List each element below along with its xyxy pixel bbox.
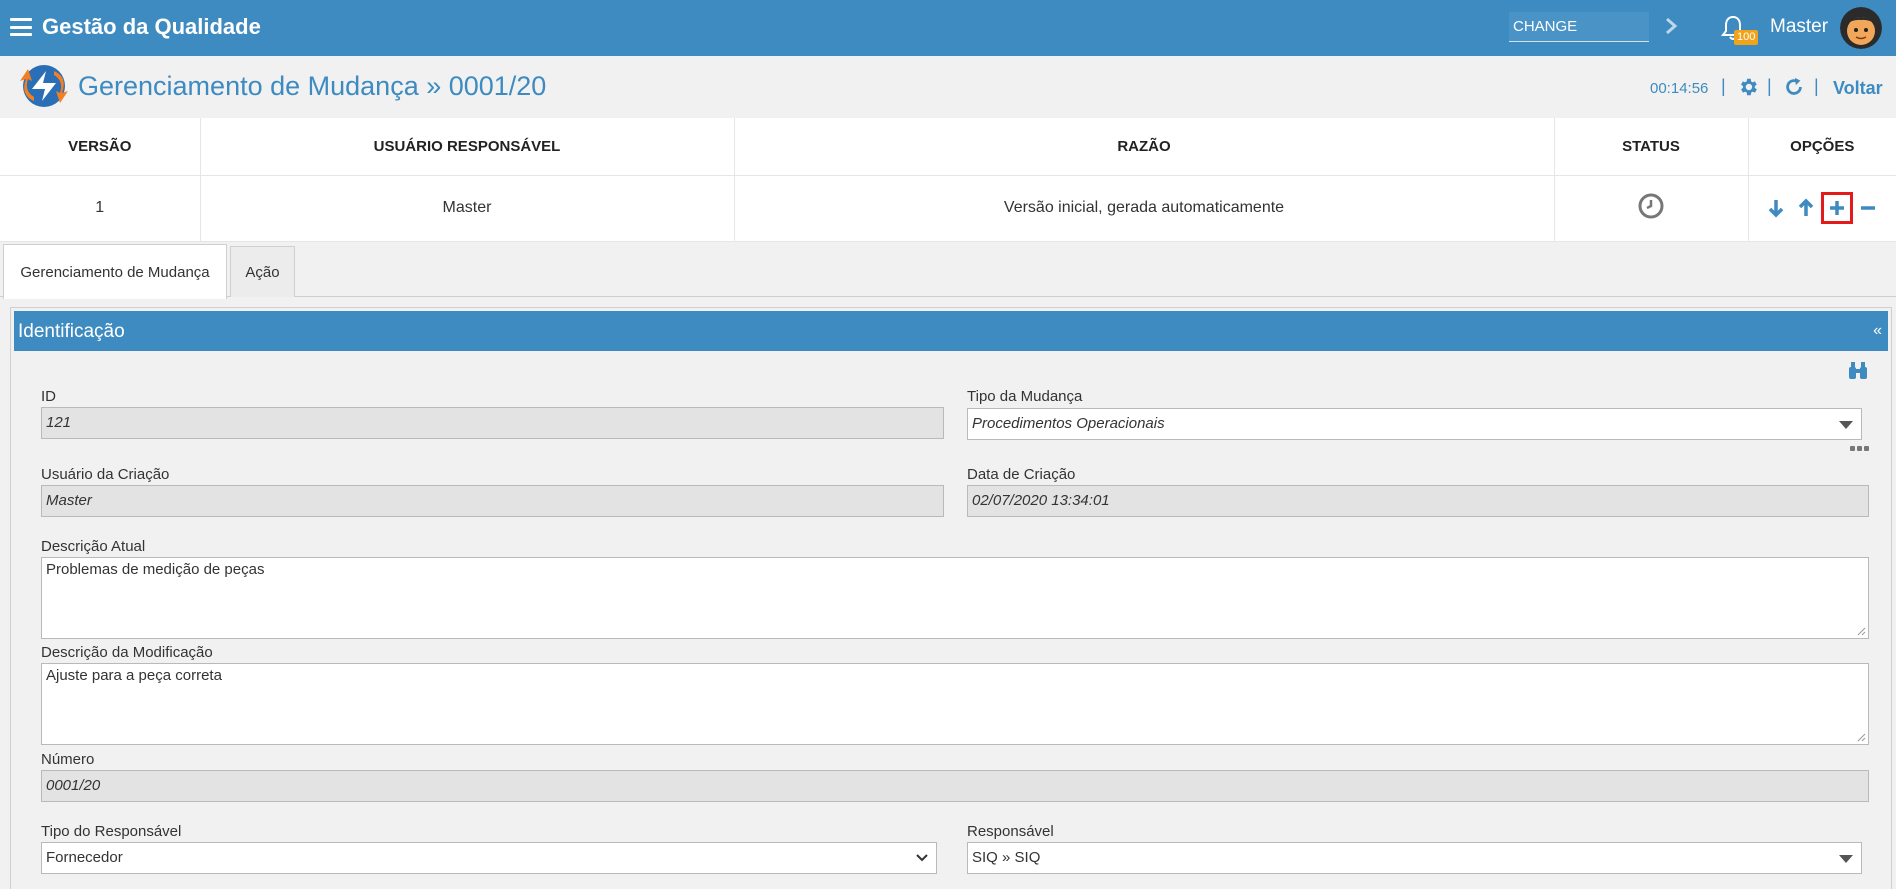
user-name[interactable]: Master xyxy=(1770,16,1828,38)
logo-icon xyxy=(20,65,68,107)
reason-cell: Versão inicial, gerada automaticamente xyxy=(734,175,1555,242)
search-input[interactable] xyxy=(1509,12,1649,42)
descricao-atual-label: Descrição Atual xyxy=(41,538,146,555)
status-cell xyxy=(1554,175,1749,242)
caret-down-icon xyxy=(1839,421,1853,429)
add-version-button[interactable] xyxy=(1821,192,1854,224)
tipo-mudanca-select[interactable]: Procedimentos Operacionais xyxy=(967,408,1862,440)
responsavel-label: Responsável xyxy=(967,823,1054,840)
panel-title: Identificação xyxy=(18,321,125,342)
descricao-modificacao-label: Descrição da Modificação xyxy=(41,644,213,661)
separator: | xyxy=(1814,76,1819,96)
table-header-row: VERSÃO USUÁRIO RESPONSÁVEL RAZÃO STATUS … xyxy=(0,118,1896,176)
tab-acao[interactable]: Ação xyxy=(230,246,295,297)
tipo-mudanca-value: Procedimentos Operacionais xyxy=(972,415,1165,432)
chevron-down-icon xyxy=(916,854,928,862)
clock-icon xyxy=(1638,193,1664,218)
data-criacao-label: Data de Criação xyxy=(967,466,1076,483)
separator: | xyxy=(1767,76,1772,96)
user-cell: Master xyxy=(200,175,735,242)
descricao-atual-textarea[interactable]: Problemas de medição de peças xyxy=(41,557,1869,639)
binoculars-icon[interactable] xyxy=(1847,361,1869,381)
versions-table: VERSÃO USUÁRIO RESPONSÁVEL RAZÃO STATUS … xyxy=(0,118,1896,242)
refresh-icon[interactable] xyxy=(1783,76,1805,98)
remove-version-button[interactable] xyxy=(1858,197,1878,219)
gear-icon[interactable] xyxy=(1737,76,1759,98)
plus-icon xyxy=(1830,201,1845,215)
chevron-right-icon[interactable] xyxy=(1663,16,1679,36)
resize-grip-icon[interactable] xyxy=(1856,626,1866,636)
tipo-mudanca-label: Tipo da Mudança xyxy=(967,388,1083,405)
session-timer: 00:14:56 xyxy=(1650,80,1709,97)
tipo-responsavel-select[interactable]: Fornecedor xyxy=(41,842,937,874)
descricao-modificacao-textarea[interactable]: Ajuste para a peça correta xyxy=(41,663,1869,745)
resize-grip-icon[interactable] xyxy=(1856,732,1866,742)
column-header-version: VERSÃO xyxy=(0,118,201,176)
identification-panel: Identificação « ID 121 Tipo da Mudança P… xyxy=(10,307,1892,889)
panel-header: Identificação « xyxy=(14,311,1888,351)
options-cell xyxy=(1748,175,1896,242)
top-bar: Gestão da Qualidade 100 Master xyxy=(0,0,1896,56)
id-field: 121 xyxy=(41,407,944,439)
usuario-criacao-field: Master xyxy=(41,485,944,517)
tipo-responsavel-value: Fornecedor xyxy=(46,849,123,866)
column-header-options: OPÇÕES xyxy=(1748,118,1896,176)
arrow-down-icon[interactable] xyxy=(1766,197,1786,219)
more-options-icon[interactable] xyxy=(1850,446,1872,454)
descricao-atual-value: Problemas de medição de peças xyxy=(46,561,265,578)
responsavel-value: SIQ » SIQ xyxy=(972,849,1041,866)
usuario-criacao-label: Usuário da Criação xyxy=(41,466,170,483)
responsavel-select[interactable]: SIQ » SIQ xyxy=(967,842,1862,874)
tab-bar: Gerenciamento de Mudança Ação xyxy=(0,242,1896,299)
column-header-status: STATUS xyxy=(1554,118,1749,176)
hamburger-menu-icon[interactable] xyxy=(10,18,32,36)
page-title: Gerenciamento de Mudança » 0001/20 xyxy=(78,71,547,101)
column-header-reason: RAZÃO xyxy=(734,118,1555,176)
id-label: ID xyxy=(41,388,56,405)
minus-icon xyxy=(1861,206,1876,210)
version-cell: 1 xyxy=(0,175,201,242)
table-row: 1 Master Versão inicial, gerada automati… xyxy=(0,175,1896,242)
collapse-button[interactable]: « xyxy=(1873,322,1882,340)
data-criacao-field: 02/07/2020 13:34:01 xyxy=(967,485,1869,517)
tipo-responsavel-label: Tipo do Responsável xyxy=(41,823,182,840)
caret-down-icon xyxy=(1839,855,1853,863)
numero-label: Número xyxy=(41,751,95,768)
app-title: Gestão da Qualidade xyxy=(42,14,261,39)
numero-field: 0001/20 xyxy=(41,770,1869,802)
descricao-modificacao-value: Ajuste para a peça correta xyxy=(46,667,222,684)
back-button[interactable]: Voltar xyxy=(1833,78,1883,99)
page-header: Gerenciamento de Mudança » 0001/20 00:14… xyxy=(0,56,1896,118)
arrow-up-icon[interactable] xyxy=(1796,197,1816,219)
notification-badge: 100 xyxy=(1734,30,1759,45)
avatar[interactable] xyxy=(1840,7,1882,49)
column-header-user: USUÁRIO RESPONSÁVEL xyxy=(200,118,735,176)
separator: | xyxy=(1721,76,1726,96)
tab-gerenciamento-de-mudanca[interactable]: Gerenciamento de Mudança xyxy=(3,244,227,299)
